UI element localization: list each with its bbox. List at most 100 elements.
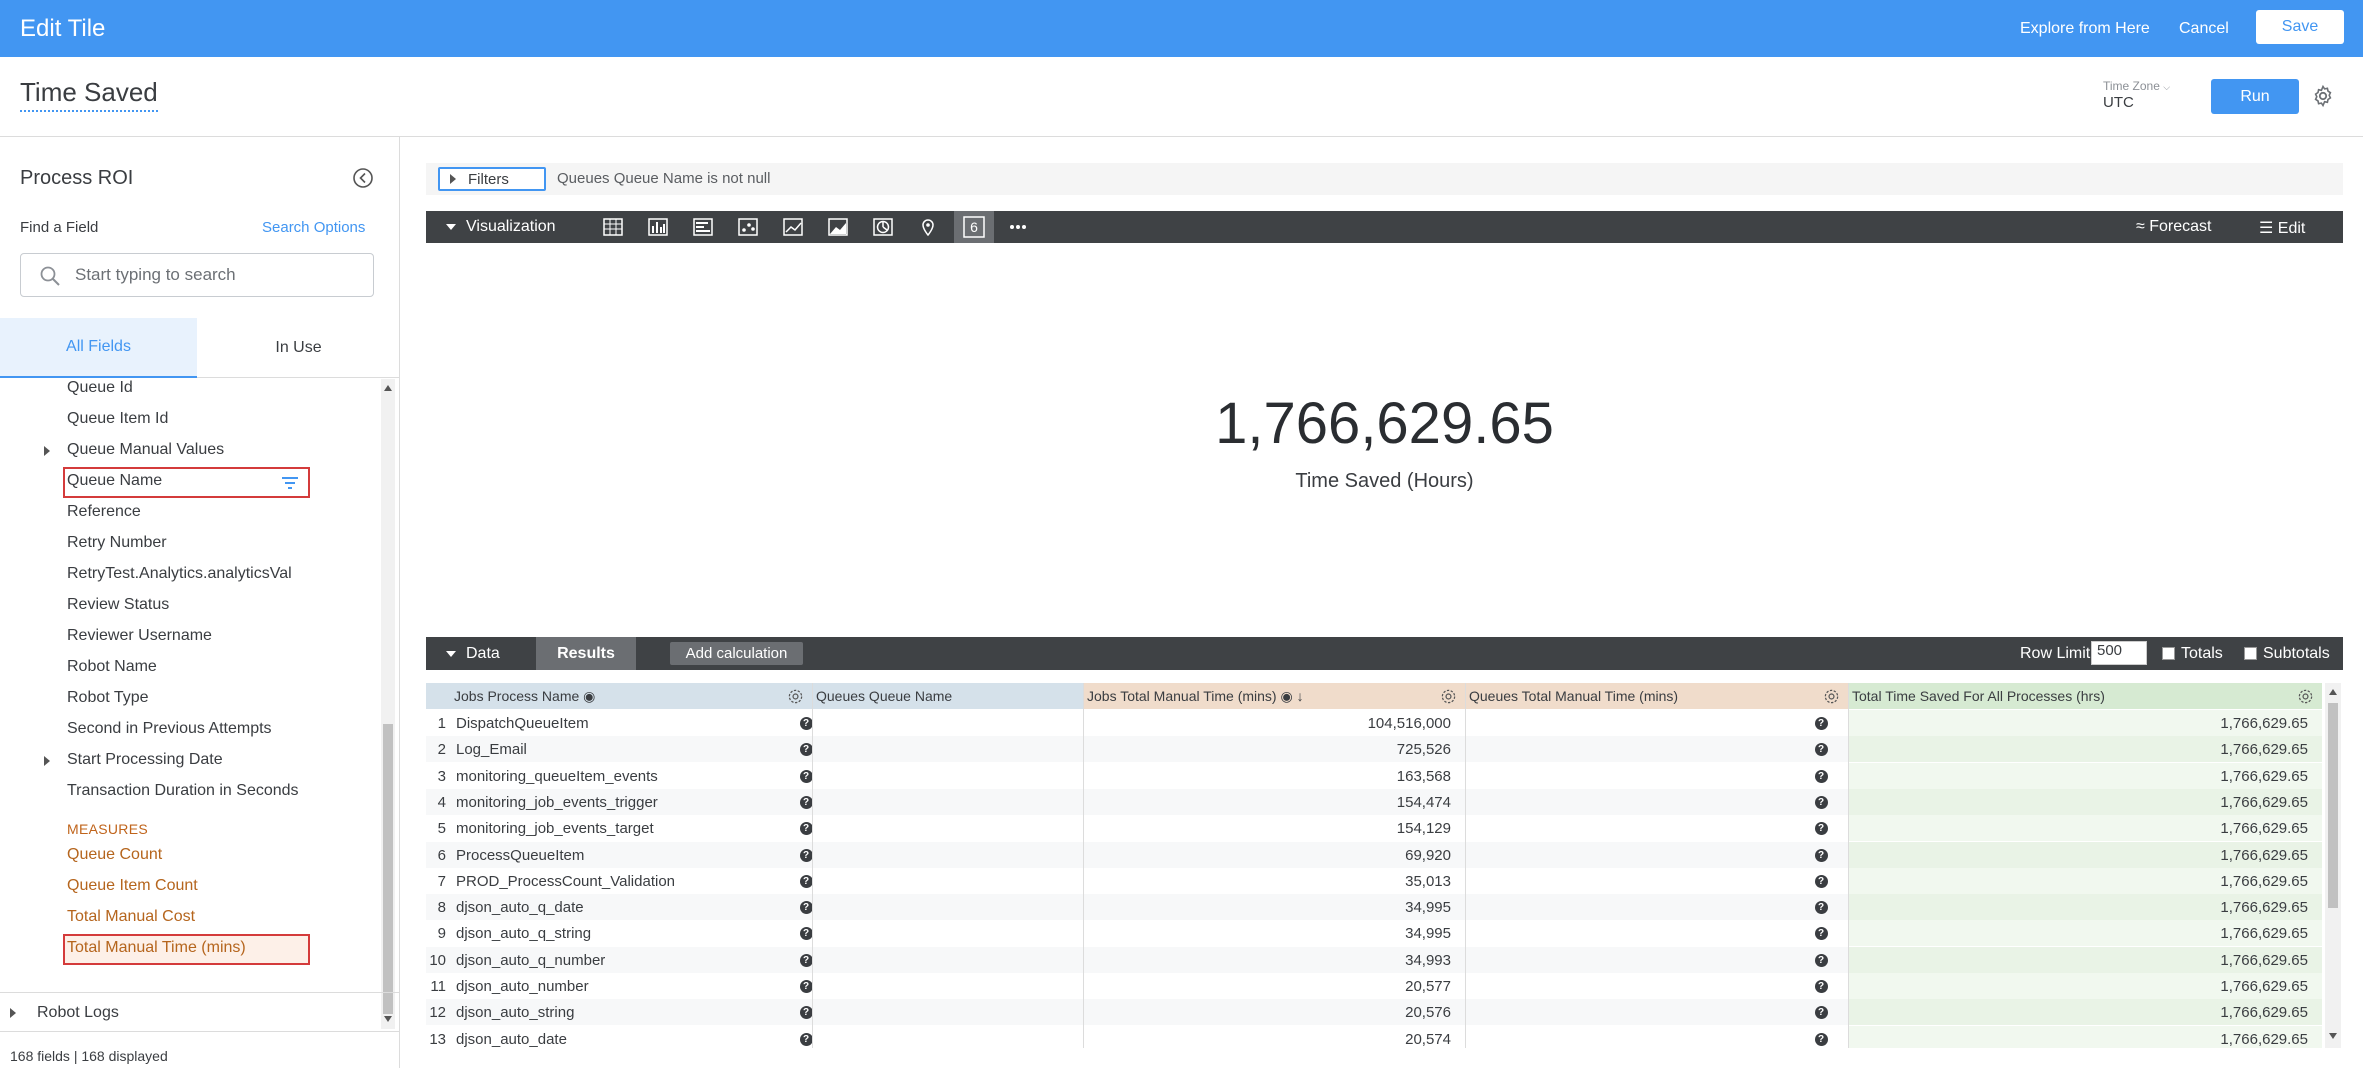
cell-total-time-saved[interactable]: 1,766,629.65: [1848, 894, 2322, 920]
cell-jobs-total-manual-time[interactable]: 163,568: [1083, 763, 1465, 789]
cell-jobs-total-manual-time[interactable]: 154,474: [1083, 789, 1465, 815]
tab-in-use[interactable]: In Use: [200, 318, 397, 378]
cell-process-name[interactable]: djson_auto_date: [456, 1026, 806, 1048]
field-item[interactable]: Queue Manual Values: [67, 441, 224, 459]
cell-process-name[interactable]: monitoring_job_events_trigger: [456, 789, 806, 815]
column-header-total-time-saved[interactable]: Total Time Saved For All Processes (hrs): [1848, 683, 2322, 709]
timezone-value[interactable]: UTC: [2103, 94, 2134, 111]
cell-queue-name[interactable]: ?: [786, 920, 826, 946]
cell-queue-name[interactable]: ?: [786, 868, 826, 894]
column-chart-icon[interactable]: [647, 217, 669, 237]
field-item[interactable]: Review Status: [67, 596, 169, 614]
scatter-icon[interactable]: [737, 217, 759, 237]
cell-total-time-saved[interactable]: 1,766,629.65: [1848, 736, 2322, 762]
cell-queue-name[interactable]: ?: [786, 999, 826, 1025]
cell-jobs-total-manual-time[interactable]: 69,920: [1083, 842, 1465, 868]
cell-process-name[interactable]: monitoring_queueItem_events: [456, 763, 806, 789]
cell-queue-name[interactable]: ?: [786, 789, 826, 815]
measure-item[interactable]: Total Manual Cost: [67, 908, 195, 926]
scroll-thumb[interactable]: [2328, 703, 2338, 908]
field-item[interactable]: Reviewer Username: [67, 627, 212, 645]
field-item[interactable]: Start Processing Date: [67, 751, 223, 769]
forecast-button[interactable]: ≈ Forecast: [2136, 218, 2211, 236]
collapse-caret-icon[interactable]: [446, 651, 456, 657]
row-limit-input[interactable]: 500: [2091, 641, 2147, 665]
cell-queue-name[interactable]: ?: [786, 1026, 826, 1048]
cell-jobs-total-manual-time[interactable]: 20,577: [1083, 973, 1465, 999]
cell-queue-name[interactable]: ?: [786, 815, 826, 841]
subtotals-checkbox[interactable]: [2244, 647, 2257, 660]
cell-total-time-saved[interactable]: 1,766,629.65: [1848, 710, 2322, 736]
tab-all-fields[interactable]: All Fields: [0, 318, 197, 378]
cell-jobs-total-manual-time[interactable]: 34,995: [1083, 920, 1465, 946]
cell-queue-name[interactable]: ?: [786, 736, 826, 762]
cell-queues-total-manual-time[interactable]: ?: [1801, 894, 1841, 920]
data-label[interactable]: Data: [466, 645, 500, 663]
table-icon[interactable]: [602, 217, 624, 237]
cell-queues-total-manual-time[interactable]: ?: [1801, 789, 1841, 815]
cell-total-time-saved[interactable]: 1,766,629.65: [1848, 999, 2322, 1025]
scroll-down-icon[interactable]: [2329, 1033, 2337, 1039]
measure-item[interactable]: Queue Count: [67, 846, 162, 864]
cell-total-time-saved[interactable]: 1,766,629.65: [1848, 1026, 2322, 1048]
cell-jobs-total-manual-time[interactable]: 725,526: [1083, 736, 1465, 762]
explore-from-here-link[interactable]: Explore from Here: [2020, 20, 2150, 38]
cell-queues-total-manual-time[interactable]: ?: [1801, 842, 1841, 868]
run-button[interactable]: Run: [2211, 79, 2299, 114]
cell-queues-total-manual-time[interactable]: ?: [1801, 999, 1841, 1025]
cell-process-name[interactable]: djson_auto_q_date: [456, 894, 806, 920]
collapse-panel-icon[interactable]: [352, 167, 374, 189]
table-scrollbar[interactable]: [2325, 683, 2341, 1048]
field-search-box[interactable]: [20, 253, 374, 297]
cell-process-name[interactable]: DispatchQueueItem: [456, 710, 806, 736]
cell-total-time-saved[interactable]: 1,766,629.65: [1848, 763, 2322, 789]
totals-checkbox[interactable]: [2162, 647, 2175, 660]
cell-process-name[interactable]: ProcessQueueItem: [456, 842, 806, 868]
field-item[interactable]: Reference: [67, 503, 141, 521]
timezone-label[interactable]: Time Zone ⌵: [2103, 79, 2170, 93]
column-header-jobs-process-name[interactable]: Jobs Process Name ◉: [450, 683, 812, 709]
cell-total-time-saved[interactable]: 1,766,629.65: [1848, 868, 2322, 894]
field-item[interactable]: Queue Item Id: [67, 410, 168, 428]
scroll-up-icon[interactable]: [384, 385, 392, 391]
gear-icon[interactable]: [787, 688, 804, 705]
field-item[interactable]: Second in Previous Attempts: [67, 720, 272, 738]
scroll-thumb[interactable]: [383, 724, 393, 1014]
field-item[interactable]: Queue Id: [67, 379, 133, 397]
line-chart-icon[interactable]: [782, 217, 804, 237]
cell-process-name[interactable]: djson_auto_number: [456, 973, 806, 999]
cell-process-name[interactable]: djson_auto_q_number: [456, 947, 806, 973]
gear-icon[interactable]: [1823, 688, 1840, 705]
filter-icon[interactable]: [281, 476, 299, 490]
measure-item-total-manual-time[interactable]: Total Manual Time (mins): [67, 939, 246, 957]
cell-queues-total-manual-time[interactable]: ?: [1801, 736, 1841, 762]
filters-toggle-button[interactable]: Filters: [438, 167, 546, 191]
cell-process-name[interactable]: monitoring_job_events_target: [456, 815, 806, 841]
search-options-link[interactable]: Search Options: [262, 219, 365, 236]
cell-jobs-total-manual-time[interactable]: 35,013: [1083, 868, 1465, 894]
area-chart-icon[interactable]: [827, 217, 849, 237]
save-button[interactable]: Save: [2256, 10, 2344, 44]
cell-jobs-total-manual-time[interactable]: 20,574: [1083, 1026, 1465, 1048]
collapse-caret-icon[interactable]: [446, 224, 456, 230]
tab-results[interactable]: Results: [536, 637, 636, 670]
cell-queues-total-manual-time[interactable]: ?: [1801, 815, 1841, 841]
map-pin-icon[interactable]: [917, 217, 939, 237]
bar-chart-icon[interactable]: [692, 217, 714, 237]
cell-process-name[interactable]: djson_auto_q_string: [456, 920, 806, 946]
cell-total-time-saved[interactable]: 1,766,629.65: [1848, 920, 2322, 946]
cell-queues-total-manual-time[interactable]: ?: [1801, 763, 1841, 789]
cell-queue-name[interactable]: ?: [786, 710, 826, 736]
expand-caret-icon[interactable]: [10, 1008, 16, 1018]
gear-icon[interactable]: [1440, 688, 1457, 705]
cell-process-name[interactable]: djson_auto_string: [456, 999, 806, 1025]
field-item[interactable]: Transaction Duration in Seconds: [67, 782, 299, 800]
cell-process-name[interactable]: Log_Email: [456, 736, 806, 762]
gear-icon[interactable]: [2297, 688, 2314, 705]
add-calculation-button[interactable]: Add calculation: [670, 642, 803, 665]
cell-jobs-total-manual-time[interactable]: 20,576: [1083, 999, 1465, 1025]
measure-item[interactable]: Queue Item Count: [67, 877, 198, 895]
cell-jobs-total-manual-time[interactable]: 104,516,000: [1083, 710, 1465, 736]
cell-total-time-saved[interactable]: 1,766,629.65: [1848, 815, 2322, 841]
cell-queues-total-manual-time[interactable]: ?: [1801, 920, 1841, 946]
